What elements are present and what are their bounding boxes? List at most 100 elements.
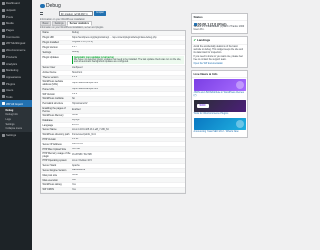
news-widget-title: Live News & Info [192,71,247,79]
news-image: WOO [193,100,246,113]
row-value: Original 1.1.0 (3.1.0) [72,41,93,44]
clear-button[interactable]: Limpar [94,11,106,16]
tab-basic[interactable]: Basic [40,21,52,26]
sidebar-item-users[interactable]: Users [0,87,32,94]
row-value: Debug [72,31,79,34]
news-item[interactable]: Announcing Yoast SEO 20.2 - What's New [193,117,246,134]
sidebar-item-label: Jetpack [6,8,16,13]
status-widget-title: Status [192,14,247,22]
menu-icon [1,102,5,106]
search-input[interactable]: ID: product_ref 96.08/7.4 [59,11,93,16]
submenu-item-collapse-menu[interactable]: Collapse menu [0,126,32,131]
sidebar-item-label: Analytics [6,61,18,66]
sidebar-item-label: Pages [6,28,14,33]
row-label: Server User [42,66,56,70]
landings-extra: If you need to know or you want one, ple… [193,55,243,61]
sidebar-item-woocommerce[interactable]: WooCommerce [0,47,32,54]
landings-text: Avoid the accidentally deletions of the … [193,45,244,54]
info-table: Name Debug Plugin URI https://wordpress.org… [40,30,186,194]
row-value: MySQL [72,119,80,122]
menu-toggle-icon[interactable] [40,12,43,15]
tab-server-statistics[interactable]: Server statistics [67,21,92,26]
page-title-text: Debug [46,3,61,9]
row-value: 6.2.2 [72,93,78,96]
sidebar-item-posts[interactable]: Posts [0,13,32,20]
row-value: 512 MB [72,148,80,151]
menu-icon [1,15,5,19]
news-image [193,117,246,130]
documentation-link[interactable]: Open the WP documentation [194,63,246,66]
news-title[interactable]: Announcing Yoast SEO 20.2 - What's New [194,130,246,134]
menu-icon [1,55,5,59]
sidebar-item-label: WooCommerce [6,48,26,53]
row-label: Max execution [42,178,58,182]
sidebar-item-dashboard[interactable]: Dashboard [0,0,32,7]
menu-icon [1,48,5,52]
row-label: Language [42,123,54,127]
news-item[interactable]: JSON and JSONAttribute in WordPress them… [193,79,246,98]
row-value: Enabled [72,108,81,111]
sidebar-item-marketing[interactable]: Marketing [0,67,32,74]
row-label: PHP Memory usage of the plugin [42,151,71,158]
news-item[interactable]: WOO Tools for WooCommerce Plugins [193,100,246,116]
sidebar-item-label: Posts [6,14,13,19]
news-title[interactable]: Tools for WooCommerce Plugins [194,112,246,116]
row-value: en-US [72,124,79,127]
row-value: Linux / Debian 10.5 [72,159,92,162]
sidebar-item-plugins[interactable]: Plugins [0,80,32,87]
row-label: PHP Version [42,137,57,141]
page-title: Debug [40,3,61,9]
menu-icon [1,8,5,12]
row-value: 512M [72,174,78,177]
menu-icon [1,41,5,45]
sidebar-item-tools[interactable]: Tools [0,94,32,101]
sidebar-item-jetpack[interactable]: Jetpack [0,7,32,14]
sidebar-item-pages[interactable]: Pages [0,27,32,34]
news-title[interactable]: JSON and JSONAttribute in WordPress them… [194,91,246,98]
sidebar-item-products[interactable]: Products [0,54,32,61]
row-value: 4.1.0 [72,76,78,79]
right-sidebar: Status 00.00.1 (2.0 (Pro)) Version 2.0.1… [191,13,248,250]
row-value: /%postname%/ [72,102,88,105]
row-label: Server Name [42,128,57,132]
row-value: 300 [72,179,76,182]
row-label: WP CRON [42,188,55,192]
row-value: Debug [72,51,79,54]
row-label: Home URL [42,87,55,91]
sidebar-item-comments[interactable]: Comments [0,33,32,40]
menu-icon [1,28,5,32]
menu-icon [1,62,5,66]
tab-settings[interactable]: Settings [52,21,67,26]
menu-icon [1,88,5,92]
row-label: Permalink structure [42,102,64,106]
row-value: No [72,97,75,100]
row-value: 16.28 MB / 512 MB [72,153,92,156]
row-label: WordPress website address (URL) [42,80,64,87]
sidebar-item-wp-all-import[interactable]: WP All Import [0,100,32,107]
landings-widget: ✔ Landings Avoid the accidentally deleti… [191,36,248,68]
row-label: PHP Max Upload Size [42,147,67,151]
sidebar-item-label: Plugins [6,81,16,86]
sidebar-item-label: WP Multilingual [6,41,26,46]
sidebar-item-settings[interactable]: Settings [0,132,32,139]
row-value: Automatic core updates is turned on We ha… [71,56,185,65]
sidebar-item-appearance[interactable]: Appearance [0,74,32,81]
sidebar-item-analytics[interactable]: Analytics [0,60,32,67]
row-label: WordPress multisite [42,97,64,101]
row-value: 512M [72,114,78,117]
woo-logo: WOO [196,104,209,109]
sidebar-item-label: Appearance [6,74,22,79]
row-label: Name [42,31,49,35]
sidebar-item-label: Marketing [6,68,19,73]
sidebar-item-wp-multilingual[interactable]: WP Multilingual [0,40,32,47]
row-label: Settings [42,50,52,54]
row-value: Apache [72,164,80,167]
row-label: Server IP Address [42,142,62,146]
row-label: Server Engine Version [42,168,67,172]
row-value: Storefront [72,71,83,74]
status-detail: We have not detected plugin updates that… [74,59,182,64]
sidebar-item-label: Media [6,21,14,26]
table-row: WordPress website address (URL) https://w… [41,80,185,88]
news-widget: Live News & Info JSON and JSONAttribute … [191,69,248,138]
sidebar-item-media[interactable]: Media [0,20,32,27]
